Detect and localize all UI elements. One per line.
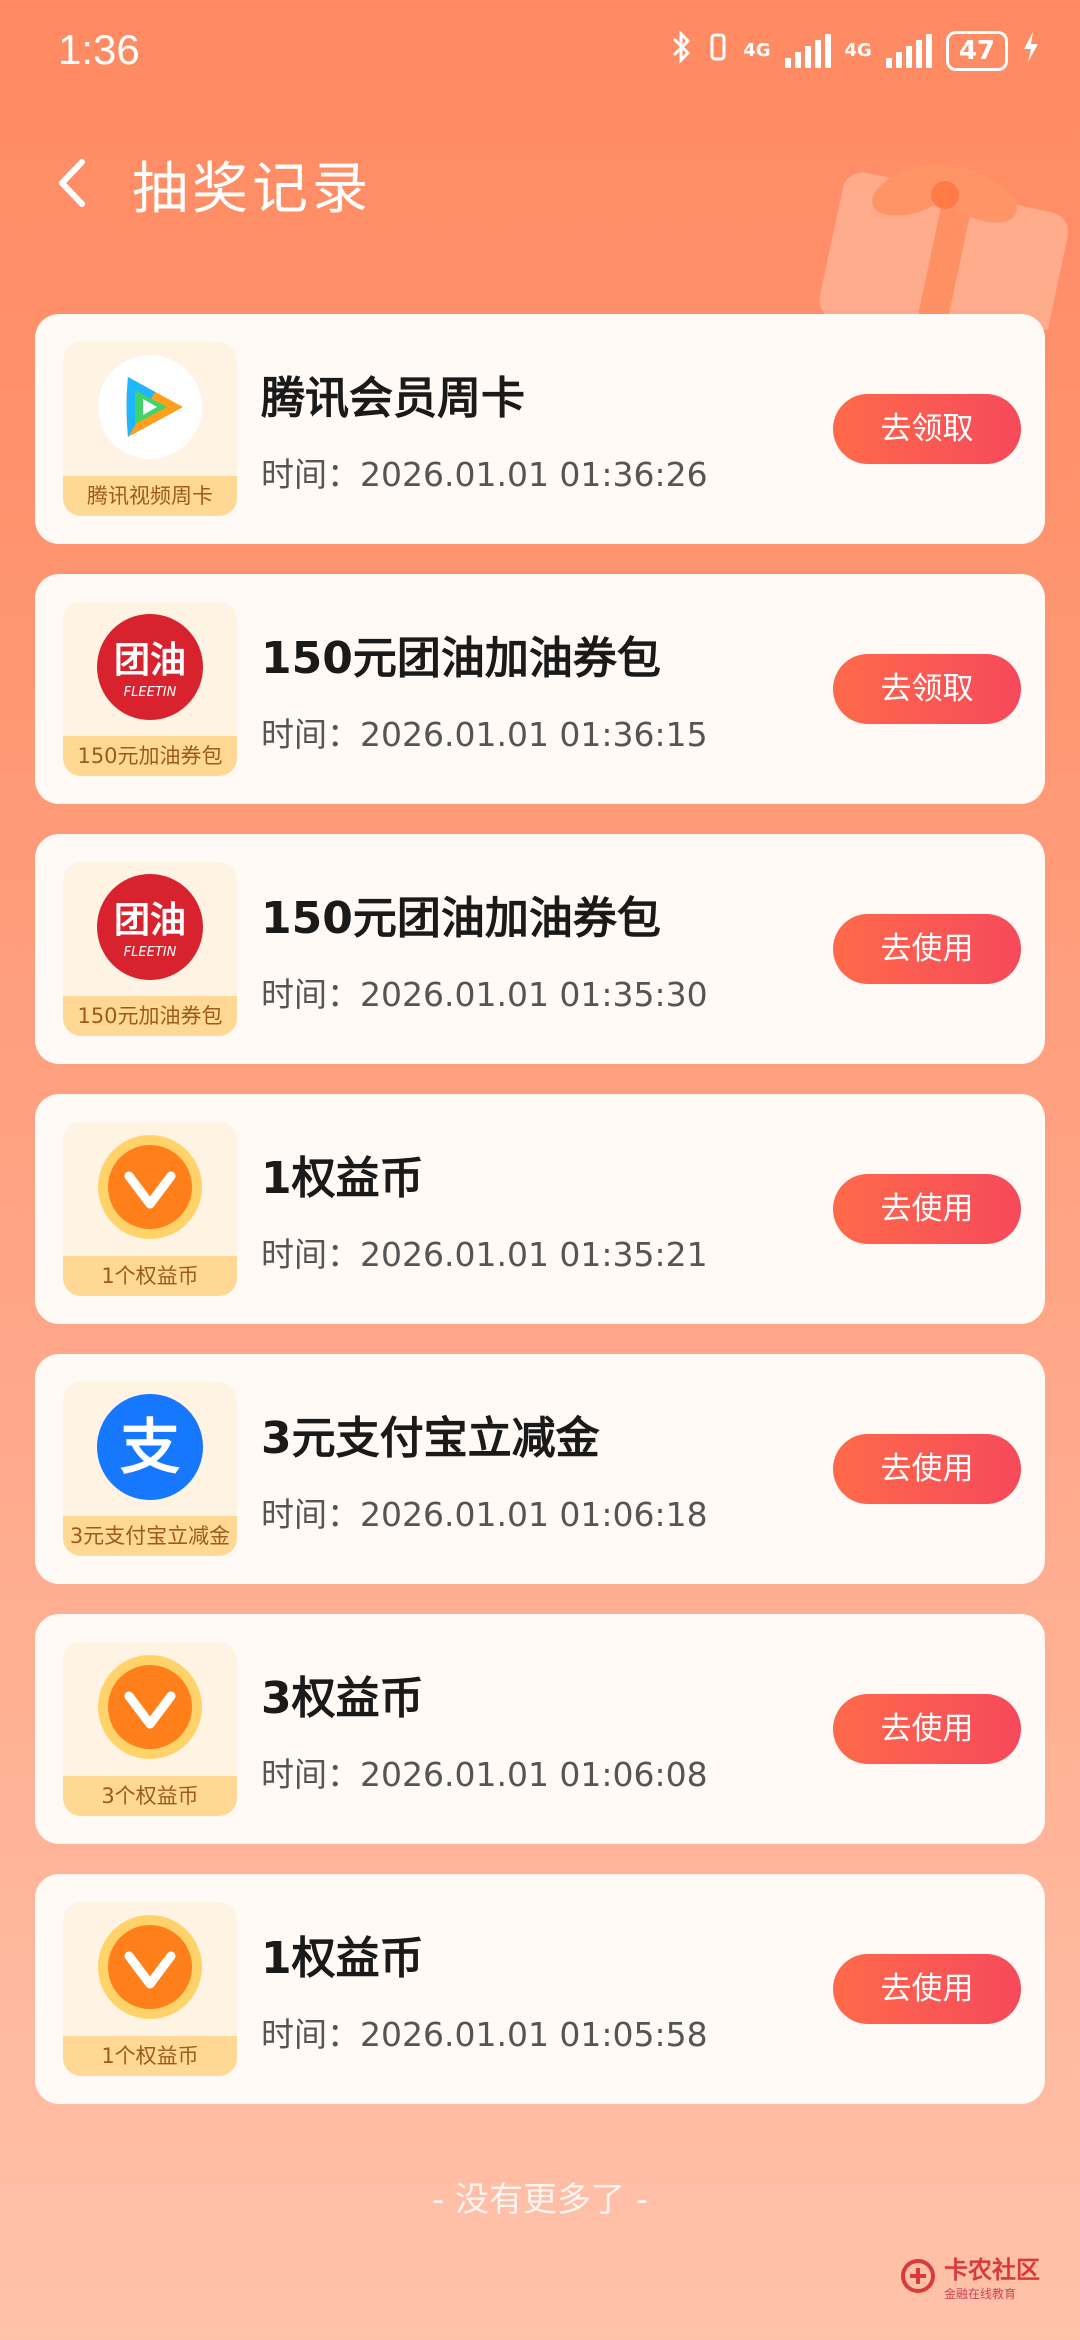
network-label-2: 4G bbox=[844, 39, 872, 61]
thumbnail-caption: 1个权益币 bbox=[63, 1256, 237, 1296]
status-bar: 1:36 4G 4G 47 bbox=[0, 0, 1080, 110]
list-item: 腾讯视频周卡 腾讯会员周卡 时间：2026.01.01 01:36:26 去领取 bbox=[35, 314, 1045, 544]
prize-time: 时间：2026.01.01 01:06:18 bbox=[261, 1495, 708, 1534]
prize-thumbnail: 1个权益币 bbox=[63, 1122, 237, 1296]
watermark-title: 卡农社区 bbox=[944, 2256, 1040, 2284]
prize-title: 3权益币 bbox=[261, 1673, 424, 1724]
list-item: 团油 FLEETIN 150元加油券包 150元团油加油券包 时间：2026.0… bbox=[35, 574, 1045, 804]
status-time: 1:36 bbox=[58, 26, 140, 73]
prize-time: 时间：2026.01.01 01:35:30 bbox=[261, 975, 708, 1014]
fleetin-logo-subtext: FLEETIN bbox=[124, 685, 177, 700]
thumbnail-caption: 3元支付宝立减金 bbox=[63, 1516, 237, 1556]
signal-icon-1 bbox=[784, 33, 831, 68]
thumbnail-caption: 腾讯视频周卡 bbox=[63, 476, 237, 516]
prize-title: 1权益币 bbox=[261, 1933, 424, 1984]
prize-thumbnail: 团油 FLEETIN 150元加油券包 bbox=[63, 602, 237, 776]
header: 抽奖记录 bbox=[0, 130, 1080, 240]
list-item: 团油 FLEETIN 150元加油券包 150元团油加油券包 时间：2026.0… bbox=[35, 834, 1045, 1064]
fleetin-icon: 团油 FLEETIN bbox=[97, 874, 203, 980]
use-button[interactable]: 去使用 bbox=[833, 1694, 1021, 1764]
fleetin-logo-subtext: FLEETIN bbox=[124, 945, 177, 960]
prize-thumbnail: 1个权益币 bbox=[63, 1902, 237, 2076]
prize-thumbnail: 团油 FLEETIN 150元加油券包 bbox=[63, 862, 237, 1036]
alipay-icon: 支 bbox=[97, 1394, 203, 1500]
prize-title: 3元支付宝立减金 bbox=[261, 1413, 600, 1464]
prize-thumbnail: 支 3元支付宝立减金 bbox=[63, 1382, 237, 1556]
watermark: 卡农社区 金融在线教育 bbox=[900, 2250, 1040, 2302]
tencent-video-icon bbox=[98, 355, 202, 459]
prize-thumbnail: 3个权益币 bbox=[63, 1642, 237, 1816]
chevron-left-icon bbox=[59, 159, 85, 207]
page-title: 抽奖记录 bbox=[132, 157, 372, 222]
vibrate-icon bbox=[707, 30, 729, 71]
prize-record-list: 腾讯视频周卡 腾讯会员周卡 时间：2026.01.01 01:36:26 去领取… bbox=[35, 314, 1045, 2134]
prize-time: 时间：2026.01.01 01:36:26 bbox=[261, 455, 708, 494]
back-button[interactable] bbox=[40, 148, 110, 218]
watermark-subtitle: 金融在线教育 bbox=[944, 2287, 1017, 2301]
battery-icon: 47 bbox=[945, 30, 1008, 71]
thumbnail-caption: 150元加油券包 bbox=[63, 996, 237, 1036]
list-item: 支 3元支付宝立减金 3元支付宝立减金 时间：2026.01.01 01:06:… bbox=[35, 1354, 1045, 1584]
prize-time: 时间：2026.01.01 01:36:15 bbox=[261, 715, 708, 754]
bluetooth-icon bbox=[671, 30, 693, 71]
signal-icon-2 bbox=[885, 33, 932, 68]
prize-time: 时间：2026.01.01 01:06:08 bbox=[261, 1755, 708, 1794]
status-icons: 4G 4G 47 bbox=[671, 30, 1040, 71]
coin-icon bbox=[98, 1915, 202, 2019]
thumbnail-caption: 1个权益币 bbox=[63, 2036, 237, 2076]
list-item: 3个权益币 3权益币 时间：2026.01.01 01:06:08 去使用 bbox=[35, 1614, 1045, 1844]
alipay-logo-text: 支 bbox=[120, 1413, 180, 1483]
prize-thumbnail: 腾讯视频周卡 bbox=[63, 342, 237, 516]
list-item: 1个权益币 1权益币 时间：2026.01.01 01:05:58 去使用 bbox=[35, 1874, 1045, 2104]
use-button[interactable]: 去使用 bbox=[833, 1174, 1021, 1244]
claim-button[interactable]: 去领取 bbox=[833, 654, 1021, 724]
fleetin-logo-text: 团油 bbox=[114, 640, 186, 681]
prize-title: 150元团油加油券包 bbox=[261, 633, 661, 684]
use-button[interactable]: 去使用 bbox=[833, 1954, 1021, 2024]
no-more-text: - 没有更多了 - bbox=[431, 2180, 649, 2220]
coin-icon bbox=[98, 1655, 202, 1759]
network-label-1: 4G bbox=[743, 39, 771, 61]
prize-title: 腾讯会员周卡 bbox=[261, 373, 525, 424]
prize-title: 1权益币 bbox=[261, 1153, 424, 1204]
coin-icon bbox=[98, 1135, 202, 1239]
charging-icon bbox=[1022, 30, 1040, 71]
prize-title: 150元团油加油券包 bbox=[261, 893, 661, 944]
thumbnail-caption: 150元加油券包 bbox=[63, 736, 237, 776]
use-button[interactable]: 去使用 bbox=[833, 914, 1021, 984]
claim-button[interactable]: 去领取 bbox=[833, 394, 1021, 464]
fleetin-logo-text: 团油 bbox=[114, 900, 186, 941]
watermark-logo-icon bbox=[901, 2259, 935, 2293]
use-button[interactable]: 去使用 bbox=[833, 1434, 1021, 1504]
list-item: 1个权益币 1权益币 时间：2026.01.01 01:35:21 去使用 bbox=[35, 1094, 1045, 1324]
fleetin-icon: 团油 FLEETIN bbox=[97, 614, 203, 720]
prize-time: 时间：2026.01.01 01:05:58 bbox=[261, 2015, 708, 2054]
thumbnail-caption: 3个权益币 bbox=[63, 1776, 237, 1816]
prize-time: 时间：2026.01.01 01:35:21 bbox=[261, 1235, 708, 1274]
